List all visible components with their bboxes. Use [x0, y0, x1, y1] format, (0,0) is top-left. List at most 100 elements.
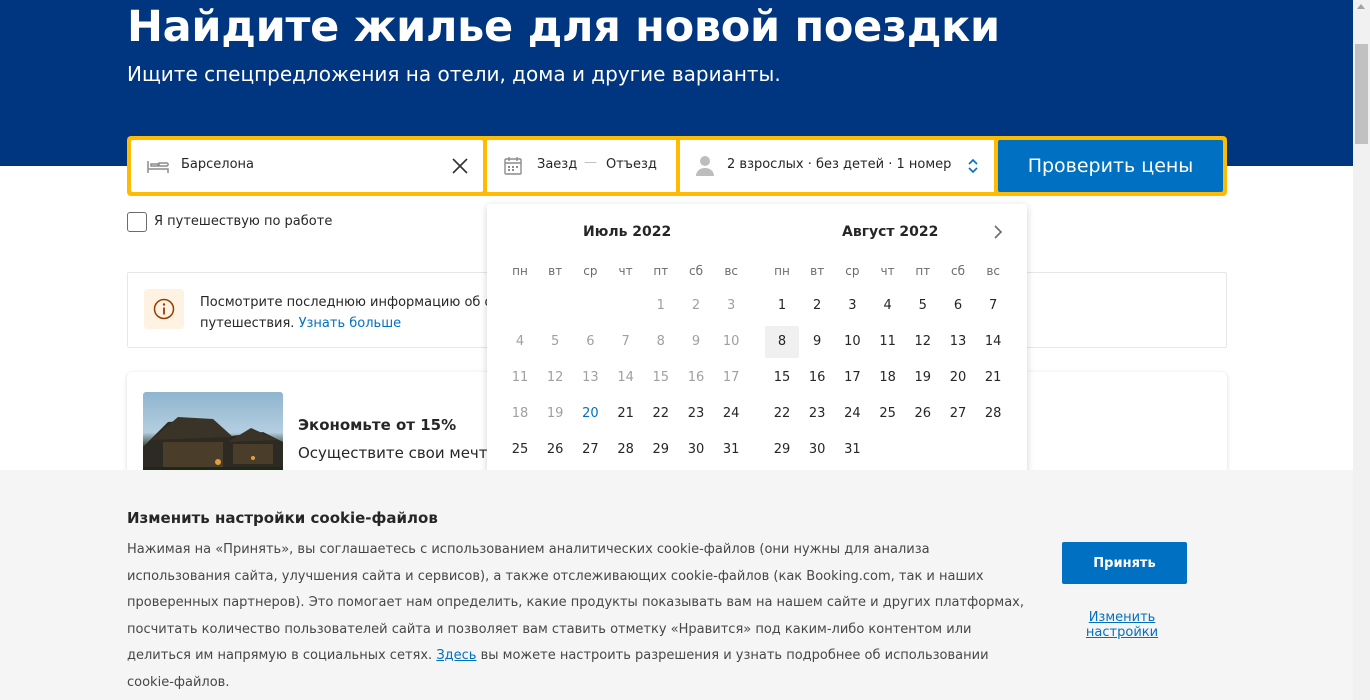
resort-illustration	[143, 417, 283, 482]
scroll-thumb[interactable]	[1355, 44, 1368, 144]
destination-field[interactable]: Барселона	[131, 140, 483, 192]
chevron-updown-icon	[968, 158, 978, 174]
business-travel-label[interactable]: Я путешествую по работе	[154, 214, 332, 229]
weekday-label: сб	[951, 264, 965, 278]
calendar-day: 16	[687, 370, 705, 385]
calendar-day: 5	[551, 334, 560, 349]
guests-field[interactable]: 2 взрослых · без детей · 1 номер	[680, 140, 994, 192]
calendar-day[interactable]: 1	[765, 290, 799, 322]
page-title: Найдите жилье для новой поездки	[127, 2, 1000, 52]
weekday-label: пн	[774, 264, 790, 278]
calendar-day[interactable]: 27	[941, 398, 975, 430]
check-in-label[interactable]: Заезд	[537, 157, 577, 172]
change-settings-link[interactable]: Изменить настройки	[1062, 610, 1182, 640]
calendar-day[interactable]: 9	[800, 326, 834, 358]
calendar-day[interactable]: 5	[906, 290, 940, 322]
weekday-label: ср	[845, 264, 860, 278]
scroll-up-arrow[interactable]	[1357, 4, 1365, 9]
calendar-day[interactable]: 26	[906, 398, 940, 430]
calendar-day[interactable]: 28	[609, 434, 643, 466]
month-title-august: Август 2022	[842, 224, 939, 240]
calendar-day[interactable]: 21	[609, 398, 643, 430]
calendar-day[interactable]: 16	[800, 362, 834, 394]
weekday-label: чт	[618, 264, 633, 278]
date-picker-popup: Июль 2022 Август 2022 пн вт ср чт пт сб вс 1 2 3 4…	[487, 204, 1027, 484]
calendar-day[interactable]: 29	[765, 434, 799, 466]
check-prices-button[interactable]: Проверить цены	[998, 140, 1223, 192]
calendar-day: 8	[656, 334, 665, 349]
calendar-day[interactable]: 25	[871, 398, 905, 430]
promo-title: Экономьте от 15%	[298, 416, 457, 434]
info-text-line2: путешествия.	[200, 316, 295, 331]
promo-text: Осуществите свои мечты	[298, 444, 500, 462]
calendar-day: 6	[586, 334, 595, 349]
calendar-day[interactable]: 10	[835, 326, 869, 358]
cookie-banner: Изменить настройки cookie-файлов Нажимая…	[0, 470, 1353, 700]
weekday-label: пт	[653, 264, 669, 278]
calendar-day: 13	[582, 370, 599, 385]
info-icon-badge	[144, 289, 184, 329]
month-title-july: Июль 2022	[583, 224, 672, 240]
calendar-day[interactable]: 15	[765, 362, 799, 394]
calendar-day[interactable]: 24	[714, 398, 748, 430]
calendar-day[interactable]: 8	[765, 326, 799, 358]
calendar-day[interactable]: 4	[871, 290, 905, 322]
calendar-day: 19	[546, 406, 564, 421]
calendar-day[interactable]: 12	[906, 326, 940, 358]
close-icon[interactable]	[451, 157, 469, 175]
calendar-day[interactable]: 21	[976, 362, 1010, 394]
learn-more-link[interactable]: Узнать больше	[299, 316, 402, 331]
destination-input[interactable]: Барселона	[181, 157, 254, 172]
guests-summary[interactable]: 2 взрослых · без детей · 1 номер	[727, 157, 951, 172]
promo-image	[143, 392, 283, 482]
check-out-label[interactable]: Отъезд	[606, 157, 657, 172]
calendar-day[interactable]: 2	[800, 290, 834, 322]
calendar-day[interactable]: 29	[644, 434, 678, 466]
calendar-day: 7	[621, 334, 630, 349]
calendar-day[interactable]: 7	[976, 290, 1010, 322]
calendar-day[interactable]: 17	[835, 362, 869, 394]
business-travel-checkbox[interactable]	[127, 212, 147, 232]
calendar-day[interactable]: 28	[976, 398, 1010, 430]
calendar-day[interactable]: 23	[679, 398, 713, 430]
calendar-day[interactable]: 25	[503, 434, 537, 466]
calendar-day[interactable]: 14	[976, 326, 1010, 358]
calendar-day[interactable]: 22	[644, 398, 678, 430]
calendar-day[interactable]: 20	[573, 398, 607, 430]
cookie-title: Изменить настройки cookie-файлов	[127, 509, 438, 527]
calendar-day[interactable]: 24	[835, 398, 869, 430]
calendar-day[interactable]: 31	[835, 434, 869, 466]
calendar-day[interactable]: 22	[765, 398, 799, 430]
cookie-text: Нажимая на «Принять», вы соглашаетесь с …	[127, 537, 1027, 696]
calendar-day[interactable]: 30	[800, 434, 834, 466]
calendar-day[interactable]: 11	[871, 326, 905, 358]
dates-field[interactable]: Заезд — Отъезд	[487, 140, 676, 192]
weekday-label: ср	[583, 264, 598, 278]
weekday-label: сб	[689, 264, 703, 278]
calendar-day[interactable]: 6	[941, 290, 975, 322]
scrollbar[interactable]	[1353, 0, 1370, 700]
calendar-day[interactable]: 18	[871, 362, 905, 394]
calendar-day[interactable]: 23	[800, 398, 834, 430]
calendar-day[interactable]: 27	[573, 434, 607, 466]
calendar-day: 12	[546, 370, 564, 385]
calendar-day[interactable]: 26	[538, 434, 572, 466]
page-subtitle: Ищите спецпредложения на отели, дома и д…	[127, 62, 781, 86]
calendar-day: 9	[691, 334, 701, 349]
calendar-day[interactable]: 13	[941, 326, 975, 358]
weekday-label: пн	[512, 264, 528, 278]
calendar-day: 18	[511, 406, 529, 421]
chevron-right-icon[interactable]	[990, 224, 1006, 240]
calendar-day: 11	[511, 370, 529, 385]
calendar-day: 15	[652, 370, 670, 385]
weekday-label: чт	[880, 264, 895, 278]
calendar-day[interactable]: 20	[941, 362, 975, 394]
cookie-here-link[interactable]: Здесь	[436, 648, 476, 663]
calendar-day[interactable]: 19	[906, 362, 940, 394]
calendar-day[interactable]: 31	[714, 434, 748, 466]
weekday-label: вс	[724, 264, 739, 278]
accept-button[interactable]: Принять	[1062, 542, 1187, 584]
info-text: Посмотрите последнюю информацию об ог пу…	[200, 292, 500, 334]
calendar-day[interactable]: 3	[835, 290, 869, 322]
calendar-day[interactable]: 30	[679, 434, 713, 466]
